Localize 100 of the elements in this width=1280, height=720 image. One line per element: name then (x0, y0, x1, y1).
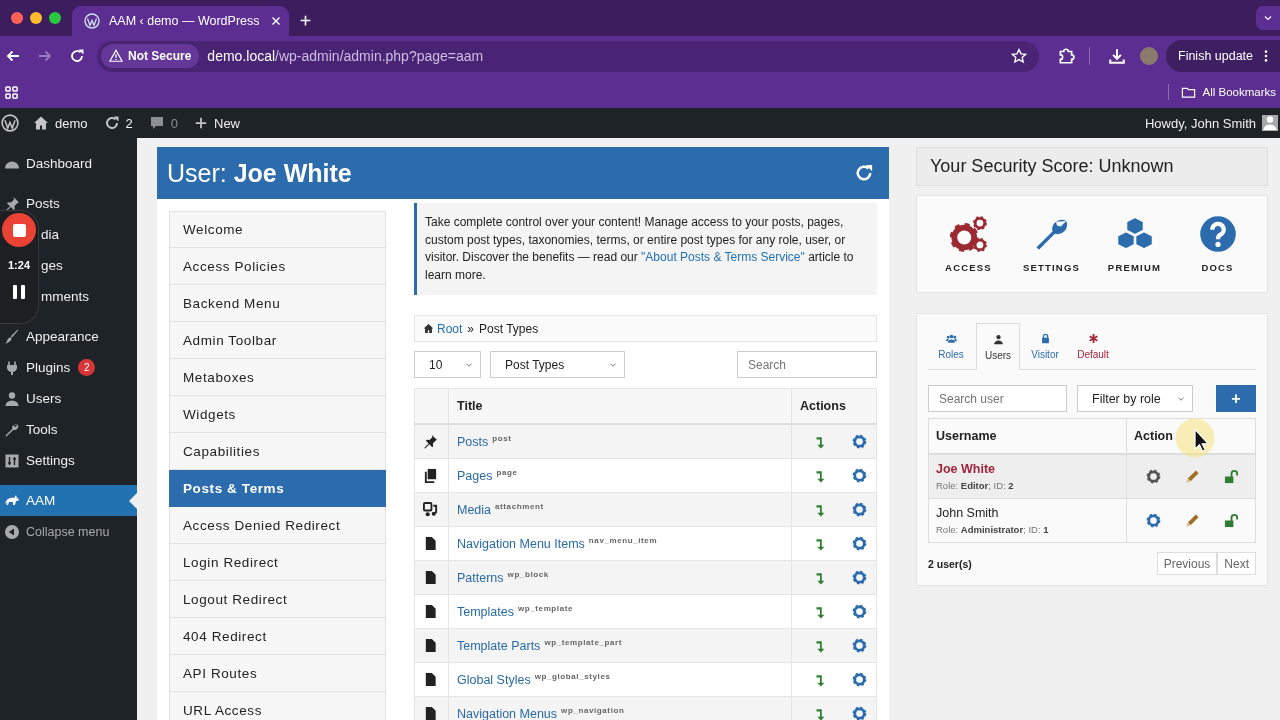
unlock-icon[interactable] (1224, 513, 1239, 528)
post-type-slug: post (492, 434, 512, 444)
feature-menu-item[interactable]: Login Redirect (169, 544, 386, 581)
sidebar-item[interactable]: Tools (0, 414, 137, 445)
download-icon[interactable] (1108, 47, 1126, 65)
subject-tab[interactable]: Users (976, 323, 1020, 370)
subject-tab[interactable]: Default (1070, 323, 1116, 369)
bookmarks-folder[interactable]: All Bookmarks (1168, 84, 1280, 100)
wordpress-logo-icon[interactable] (1, 114, 19, 132)
user-name[interactable]: Joe White (936, 462, 1119, 476)
type-select[interactable]: Post Types (490, 351, 625, 379)
shortcut-link[interactable]: ACCESS (927, 215, 1010, 273)
sidebar-item[interactable]: Users (0, 383, 137, 414)
comments-link[interactable]: 0 (140, 115, 186, 131)
post-type-link[interactable]: Global Styles (457, 673, 531, 688)
settings-icon[interactable] (1146, 469, 1161, 484)
feature-menu-item[interactable]: Capabilities (169, 433, 386, 470)
updates-link[interactable]: 2 (95, 115, 141, 131)
account-menu[interactable]: Howdy, John Smith (1136, 115, 1280, 131)
minimize-window-button[interactable] (30, 12, 42, 24)
feature-menu-item[interactable]: Backend Menu (169, 285, 386, 322)
maximize-window-button[interactable] (49, 12, 61, 24)
site-link[interactable]: demo (25, 115, 96, 131)
settings-icon[interactable] (852, 434, 867, 450)
shortcut-link[interactable]: DOCS (1176, 215, 1259, 273)
tab-list-button[interactable] (1256, 6, 1280, 30)
bookmark-star-icon[interactable] (1011, 48, 1027, 64)
feature-menu-item[interactable]: Access Denied Redirect (169, 507, 386, 544)
article-link[interactable]: "About Posts & Terms Service" (641, 250, 805, 265)
post-type-link[interactable]: Media (457, 503, 492, 518)
settings-icon[interactable] (852, 536, 867, 552)
sidebar-item[interactable]: Plugins 2 (0, 352, 137, 383)
settings-icon[interactable] (1146, 513, 1161, 528)
settings-icon[interactable] (852, 638, 867, 654)
finish-update-button[interactable]: Finish update (1166, 40, 1280, 72)
extensions-icon[interactable] (1057, 47, 1075, 65)
close-window-button[interactable] (11, 12, 23, 24)
search-field[interactable]: Search (737, 351, 877, 379)
post-type-link[interactable]: Template Parts (457, 639, 541, 654)
add-user-button[interactable]: + (1216, 385, 1256, 412)
sidebar-item[interactable]: dia (41, 219, 137, 250)
post-type-link[interactable]: Templates (457, 605, 514, 620)
pencil-icon[interactable] (1185, 513, 1200, 528)
feature-menu-item[interactable]: API Routes (169, 655, 386, 692)
collapse-menu-button[interactable]: Collapse menu (0, 516, 137, 547)
feature-menu-item[interactable]: Posts & Terms (169, 470, 386, 507)
new-tab-icon[interactable] (299, 14, 312, 27)
feature-menu-item[interactable]: Admin Toolbar (169, 322, 386, 359)
back-icon[interactable] (5, 48, 21, 64)
feature-menu-item[interactable]: Metaboxes (169, 359, 386, 396)
new-content-link[interactable]: New (186, 115, 248, 131)
reload-icon[interactable] (69, 48, 85, 64)
feature-menu-item[interactable]: Widgets (169, 396, 386, 433)
feature-menu-item[interactable]: Logout Redirect (169, 581, 386, 618)
sidebar-item[interactable]: ges (41, 250, 137, 281)
unlock-icon[interactable] (1224, 469, 1239, 484)
page-button[interactable]: Next (1217, 552, 1256, 575)
feature-menu-item[interactable]: Welcome (169, 211, 386, 248)
pin-icon (423, 434, 438, 450)
forward-icon[interactable] (37, 48, 53, 64)
sidebar-item[interactable]: Dashboard (0, 148, 137, 179)
role-filter-select[interactable]: Filter by role (1077, 385, 1193, 412)
settings-icon[interactable] (852, 570, 867, 586)
page-button[interactable]: Previous (1156, 552, 1218, 575)
reset-icon[interactable] (854, 163, 874, 183)
settings-icon[interactable] (852, 706, 867, 720)
apps-icon[interactable] (4, 84, 19, 100)
subject-tab[interactable]: Visitor (1022, 323, 1068, 369)
settings-icon[interactable] (852, 672, 867, 688)
sidebar-item[interactable]: mments (41, 281, 137, 312)
sidebar-item[interactable]: Settings (0, 445, 137, 476)
search-user-field[interactable]: Search user (928, 385, 1067, 412)
settings-icon[interactable] (852, 468, 867, 484)
cursor-icon (1175, 418, 1215, 458)
feature-menu-item[interactable]: 404 Redirect (169, 618, 386, 655)
sidebar-item[interactable]: Posts (0, 188, 137, 219)
post-type-link[interactable]: Navigation Menu Items (457, 537, 585, 552)
user-details: Role: Administrator; ID: 1 (936, 524, 1050, 535)
pencil-icon[interactable] (1185, 469, 1200, 484)
post-type-link[interactable]: Patterns (457, 571, 504, 586)
settings-icon[interactable] (852, 604, 867, 620)
post-type-slug: wp_navigation (561, 706, 625, 716)
sidebar-item[interactable]: AAM (0, 485, 137, 516)
page-size-select[interactable]: 10 (414, 351, 481, 379)
pause-icon[interactable] (13, 285, 25, 299)
settings-icon[interactable] (852, 502, 867, 518)
shortcut-link[interactable]: PREMIUM (1093, 215, 1176, 273)
feature-menu-item[interactable]: URL Access (169, 692, 386, 720)
browser-tab[interactable]: AAM ‹ demo — WordPress (72, 6, 289, 36)
feature-menu-item[interactable]: Access Policies (169, 248, 386, 285)
sidebar-item[interactable]: Appearance (0, 321, 137, 352)
shortcut-link[interactable]: SETTINGS (1010, 215, 1093, 273)
user-name[interactable]: John Smith (936, 506, 1119, 520)
post-type-link[interactable]: Pages (457, 469, 493, 484)
security-chip[interactable]: Not Secure (101, 44, 200, 68)
post-type-link[interactable]: Posts (457, 435, 489, 450)
subject-tab[interactable]: Roles (928, 323, 974, 369)
root-link[interactable]: Root (423, 321, 463, 336)
address-bar[interactable]: Not Secure demo.local/wp-admin/admin.php?page=aam (97, 40, 1039, 72)
stop-recording-button[interactable] (2, 213, 36, 247)
